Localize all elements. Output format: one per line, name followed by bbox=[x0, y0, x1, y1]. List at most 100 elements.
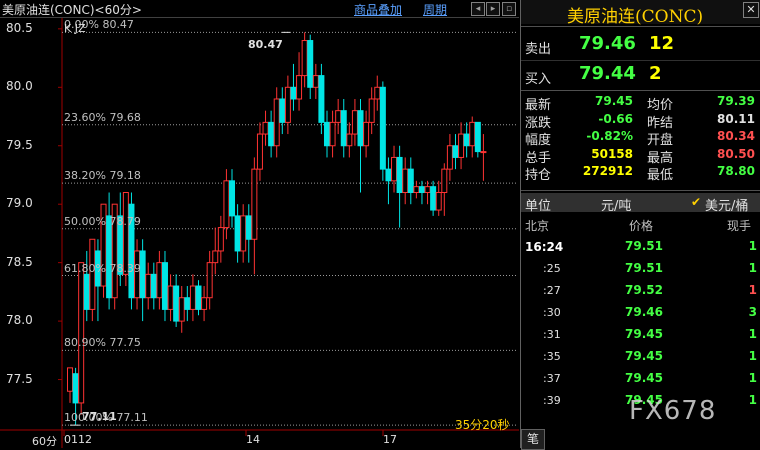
quote-title-bar: 美原油连(CONC) ✕ bbox=[521, 0, 760, 27]
sell-price: 79.46 bbox=[579, 33, 636, 54]
tick-price: 79.51 bbox=[625, 261, 663, 275]
candle-body bbox=[161, 262, 168, 310]
y-tick-label: 77.5 bbox=[6, 371, 33, 386]
tick-volume: 3 bbox=[748, 305, 757, 319]
candle-body bbox=[318, 75, 325, 123]
candle-body bbox=[312, 75, 319, 88]
stat-label: 最高 bbox=[647, 150, 674, 166]
tick-price: 79.45 bbox=[625, 371, 663, 385]
currency-toggle[interactable]: 美元/桶 bbox=[705, 195, 748, 214]
tick-row: :30 79.46 3 bbox=[521, 305, 760, 323]
tick-volume: 1 bbox=[748, 371, 757, 385]
buy-price: 79.44 bbox=[579, 63, 636, 84]
tick-row: :25 79.51 1 bbox=[521, 261, 760, 279]
unit-bar: 单位 元/吨 ✔ 美元/桶 bbox=[521, 193, 760, 214]
candle-body bbox=[167, 285, 174, 310]
candle-body bbox=[212, 250, 219, 264]
candle-body bbox=[452, 145, 459, 158]
candle-body bbox=[206, 262, 213, 299]
close-icon[interactable]: ✕ bbox=[743, 2, 759, 18]
tick-price: 79.52 bbox=[625, 283, 663, 297]
scroll-right-button[interactable]: ▸ bbox=[486, 2, 500, 16]
y-tick-label: 80.0 bbox=[6, 79, 33, 94]
tick-price: 79.46 bbox=[625, 305, 663, 319]
scroll-left-button[interactable]: ◂ bbox=[471, 2, 485, 16]
candle-body bbox=[279, 98, 286, 123]
candle-body bbox=[150, 273, 157, 299]
x-tick-label: 60分 bbox=[32, 435, 57, 448]
stat-value: 79.45 bbox=[595, 94, 633, 108]
candle-body bbox=[340, 110, 347, 147]
y-tick-label: 80.5 bbox=[6, 20, 33, 35]
candle-body bbox=[368, 98, 375, 123]
y-tick-label: 79.5 bbox=[6, 137, 33, 152]
candle-body bbox=[234, 215, 241, 252]
candle-body bbox=[223, 180, 230, 229]
unit-label: 单位 bbox=[525, 199, 552, 214]
candle-body bbox=[357, 110, 364, 147]
tick-volume: 1 bbox=[748, 349, 757, 363]
candle-body bbox=[251, 168, 258, 240]
candle-body bbox=[78, 262, 85, 404]
unit-value: 元/吨 bbox=[601, 199, 632, 214]
tick-time: :39 bbox=[543, 394, 561, 407]
candle-body bbox=[363, 121, 370, 147]
candle-body bbox=[296, 75, 303, 100]
fib-level-label: 80.90% 77.75 bbox=[64, 336, 141, 350]
fib-level-label: 38.20% 79.18 bbox=[64, 169, 141, 183]
candle-body bbox=[290, 86, 297, 100]
candle-body bbox=[72, 373, 79, 404]
chart-canvas bbox=[0, 18, 519, 448]
x-tick-label: 17 bbox=[383, 433, 397, 446]
overlay-commodity-link[interactable]: 商品叠加 bbox=[354, 1, 402, 18]
tick-time: :30 bbox=[543, 306, 561, 319]
chart-header: 美原油连(CONC)<60分> 商品叠加 周期 ◂ ▸ ▫ bbox=[0, 0, 519, 18]
y-tick-label: 79.0 bbox=[6, 196, 33, 211]
checkmark-icon[interactable]: ✔ bbox=[691, 195, 701, 209]
zoom-button[interactable]: ▫ bbox=[502, 2, 516, 16]
stat-label: 总手 bbox=[525, 150, 552, 166]
stat-label: 最低 bbox=[647, 168, 674, 183]
candle-body bbox=[385, 168, 392, 182]
tab-trades[interactable]: 笔 bbox=[521, 429, 545, 450]
candle-body bbox=[156, 262, 163, 299]
ticks-header-volume: 现手 bbox=[727, 219, 752, 233]
candle-body bbox=[351, 110, 358, 135]
candle-body bbox=[273, 98, 280, 147]
chart-title: 美原油连(CONC)<60分> bbox=[2, 3, 142, 17]
ticks-header-time: 北京 bbox=[525, 219, 550, 233]
candle-body bbox=[391, 156, 398, 182]
candle-body bbox=[463, 133, 470, 147]
candle-body bbox=[424, 186, 431, 194]
tick-time: :27 bbox=[543, 284, 561, 297]
stat-value: 78.80 bbox=[717, 164, 755, 178]
stat-value: -0.82% bbox=[586, 129, 633, 143]
period-link[interactable]: 周期 bbox=[423, 1, 447, 18]
candle-body bbox=[407, 168, 414, 194]
candle-body bbox=[229, 180, 236, 217]
candle-body bbox=[268, 121, 275, 147]
candlestick-chart[interactable]: 80.5 80.0 79.5 79.0 78.5 78.0 77.5 0.00% 80.47… bbox=[0, 18, 519, 448]
fib-level-label: 23.60% 79.68 bbox=[64, 110, 141, 124]
tick-volume: 1 bbox=[748, 327, 757, 341]
candle-body bbox=[262, 121, 269, 135]
buy-label: 买入 bbox=[525, 72, 552, 87]
candle-body bbox=[145, 273, 152, 299]
stat-label: 幅度 bbox=[525, 133, 552, 148]
candle-body bbox=[469, 121, 476, 147]
tick-time: 16:24 bbox=[525, 240, 564, 254]
candle-body bbox=[396, 156, 403, 194]
candle-body bbox=[379, 86, 386, 170]
candle-body bbox=[195, 285, 202, 310]
candle-body bbox=[284, 86, 291, 123]
candle-body bbox=[402, 168, 409, 194]
stat-value: 272912 bbox=[582, 164, 633, 178]
candle-body bbox=[323, 121, 330, 147]
candle-body bbox=[413, 186, 420, 194]
candle-body bbox=[335, 110, 342, 123]
candle-body bbox=[256, 133, 263, 170]
quote-panel: 美原油连(CONC) ✕ 卖出 79.46 12 买入 79.44 2 最新 79… bbox=[520, 0, 760, 450]
stat-value: 80.50 bbox=[717, 146, 755, 161]
sell-label: 卖出 bbox=[525, 42, 552, 57]
candle-body bbox=[240, 215, 247, 252]
